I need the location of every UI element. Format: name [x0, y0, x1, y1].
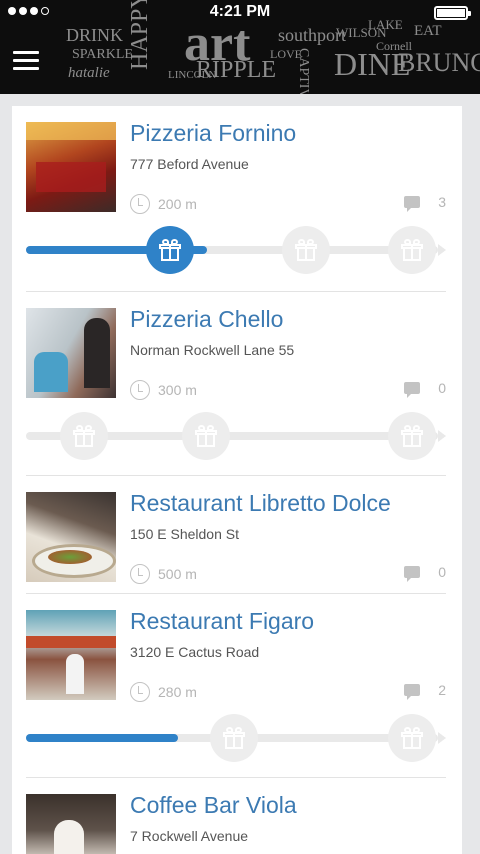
gift-icon [73, 425, 95, 447]
banner-word: SPARKLE [72, 47, 133, 62]
battery-icon [434, 6, 471, 20]
app-screen: DRINK SPARKLE hatalie HAPPY LINCOLN art … [0, 0, 480, 854]
gift-icon [159, 239, 181, 261]
gift-icon [401, 425, 423, 447]
gift-icon [195, 425, 217, 447]
venue-address: Norman Rockwell Lane 55 [130, 342, 295, 358]
venue-address: 7 Rockwell Avenue [130, 828, 249, 844]
clock-icon [130, 380, 150, 400]
distance-value: 300 m [158, 382, 197, 398]
banner-word: Cornell [376, 39, 412, 53]
venue-comments: 2 [404, 682, 446, 700]
gift-icon [401, 727, 423, 749]
venue-comments: 0 [404, 564, 446, 582]
reward-step[interactable] [182, 412, 230, 460]
reward-step[interactable] [60, 412, 108, 460]
venue-distance: 300 m [130, 380, 197, 400]
hamburger-menu-icon[interactable] [6, 42, 46, 78]
gift-icon [295, 239, 317, 261]
clock-icon [130, 682, 150, 702]
comment-count: 0 [438, 380, 446, 396]
distance-value: 200 m [158, 196, 197, 212]
chat-bubble-icon [404, 684, 421, 700]
list-item[interactable]: Pizzeria Chello Norman Rockwell Lane 55 … [26, 292, 446, 476]
gift-icon [223, 727, 245, 749]
list-item[interactable]: Restaurant Figaro 3120 E Cactus Road 280… [26, 594, 446, 778]
venue-comments: 0 [404, 380, 446, 398]
reward-step[interactable] [388, 714, 436, 762]
banner-word: EAT [414, 23, 442, 39]
venue-name: Pizzeria Fornino [130, 120, 297, 146]
chat-bubble-icon [404, 566, 421, 582]
venue-thumbnail [26, 122, 116, 212]
venue-thumbnail [26, 308, 116, 398]
distance-value: 280 m [158, 684, 197, 700]
reward-progress [26, 412, 446, 460]
venue-address: 777 Beford Avenue [130, 156, 249, 172]
banner-word: RIPPLE [196, 57, 277, 83]
venue-name: Restaurant Figaro [130, 608, 315, 634]
progress-fill [26, 734, 178, 742]
reward-step[interactable] [146, 226, 194, 274]
progress-end-cap [438, 430, 446, 442]
banner-word: DRINK [66, 25, 123, 45]
banner-word: hatalie [68, 65, 110, 81]
venue-thumbnail [26, 610, 116, 700]
venue-comments: 3 [404, 194, 446, 212]
gift-icon [401, 239, 423, 261]
venue-thumbnail [26, 794, 116, 854]
progress-end-cap [438, 732, 446, 744]
chat-bubble-icon [404, 196, 421, 212]
chat-bubble-icon [404, 382, 421, 398]
distance-value: 500 m [158, 566, 197, 582]
reward-progress [26, 226, 446, 274]
reward-progress [26, 714, 446, 762]
comment-count: 0 [438, 564, 446, 580]
venue-list: Pizzeria Fornino 777 Beford Avenue 200 m… [12, 106, 462, 854]
venue-name: Restaurant Libretto Dolce [130, 490, 391, 516]
reward-step[interactable] [388, 412, 436, 460]
reward-step[interactable] [388, 226, 436, 274]
clock-icon [130, 564, 150, 584]
venue-distance: 500 m [130, 564, 197, 584]
list-item[interactable]: Restaurant Libretto Dolce 150 E Sheldon … [26, 476, 446, 594]
progress-end-cap [438, 244, 446, 256]
venue-name: Coffee Bar Viola [130, 792, 297, 818]
comment-count: 2 [438, 682, 446, 698]
venue-name: Pizzeria Chello [130, 306, 284, 332]
venue-address: 3120 E Cactus Road [130, 644, 260, 660]
banner-word: BRUNCH [398, 48, 480, 77]
venue-thumbnail [26, 492, 116, 582]
clock-icon [130, 194, 150, 214]
list-item[interactable]: Coffee Bar Viola 7 Rockwell Avenue [26, 778, 446, 854]
venue-distance: 280 m [130, 682, 197, 702]
venue-address: 150 E Sheldon St [130, 526, 239, 542]
reward-step[interactable] [210, 714, 258, 762]
venue-distance: 200 m [130, 194, 197, 214]
header: DRINK SPARKLE hatalie HAPPY LINCOLN art … [0, 0, 480, 94]
comment-count: 3 [438, 194, 446, 210]
banner-word: CAPTIVATE [296, 48, 311, 94]
status-bar: 4:21 PM [0, 0, 480, 24]
status-time: 4:21 PM [209, 3, 271, 20]
reward-step[interactable] [282, 226, 330, 274]
list-item[interactable]: Pizzeria Fornino 777 Beford Avenue 200 m… [26, 106, 446, 292]
